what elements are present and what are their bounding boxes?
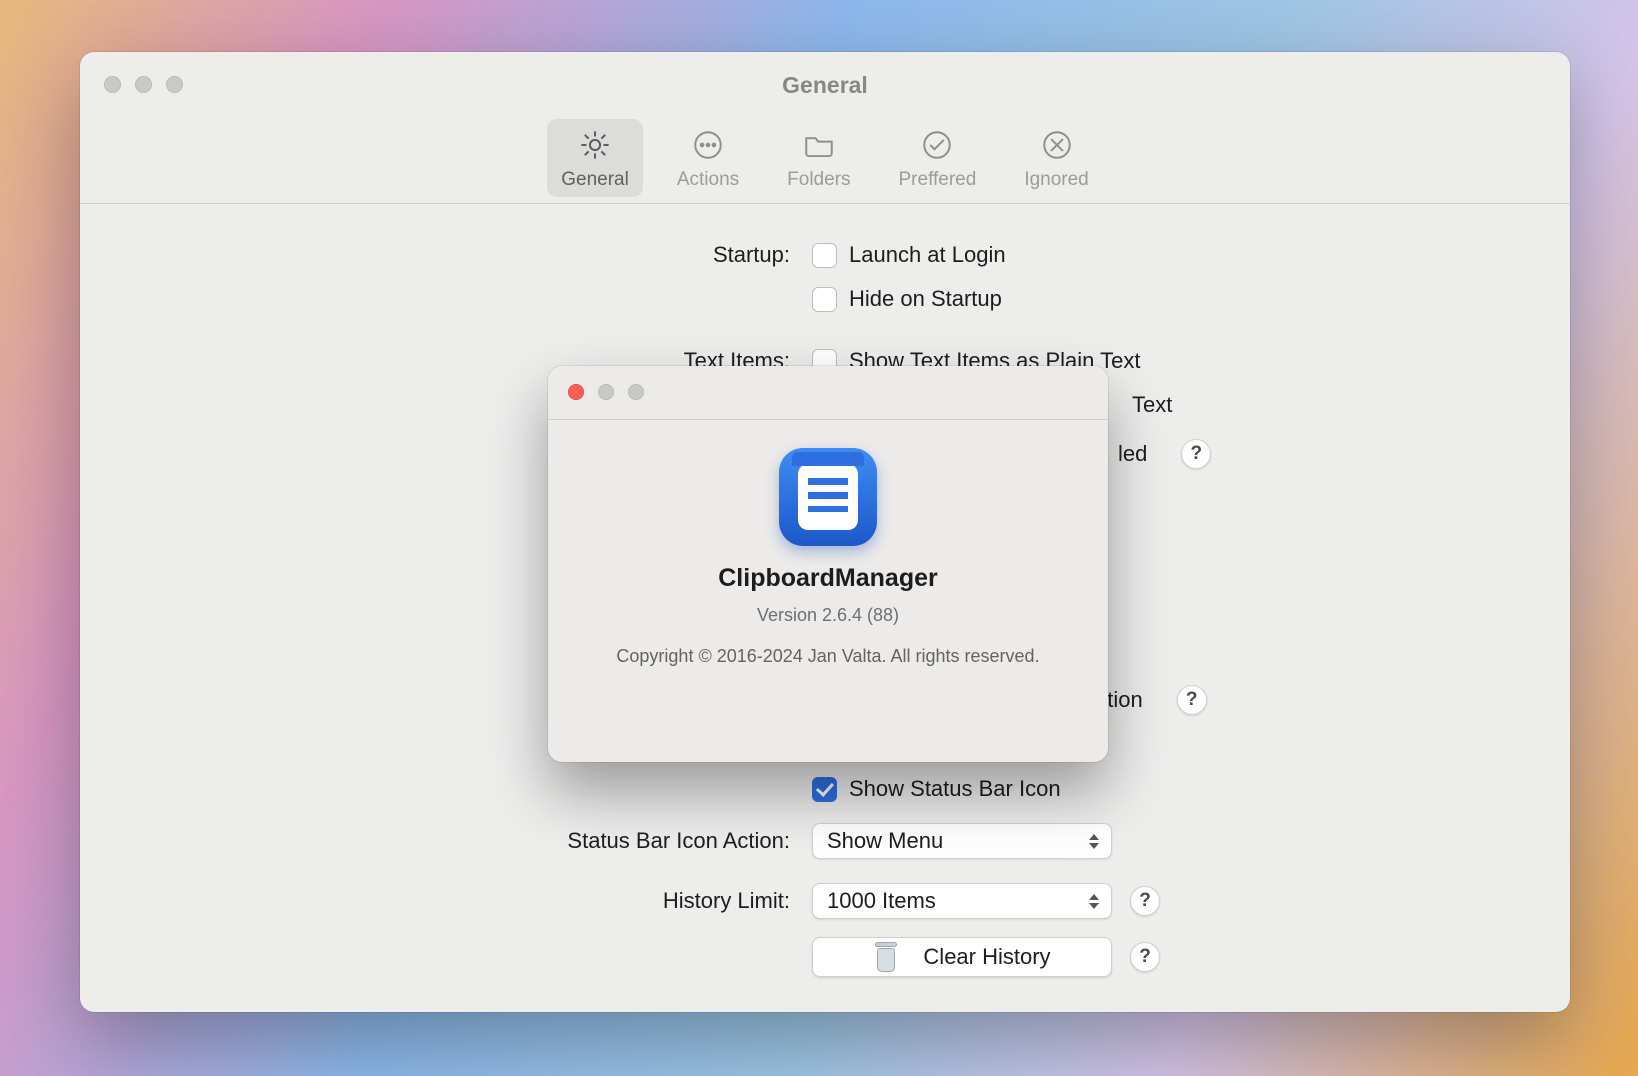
clear-history-button[interactable]: Clear History (812, 937, 1112, 977)
show-status-bar-icon-label: Show Status Bar Icon (849, 776, 1061, 802)
obscured-text-label: Text (1132, 392, 1172, 418)
help-button[interactable]: ? (1130, 886, 1160, 916)
history-limit-label: History Limit: (80, 888, 790, 914)
tab-label: Actions (677, 169, 739, 191)
obscured-led-label: led (1118, 441, 1147, 467)
x-circle-icon (1039, 127, 1075, 163)
app-name: ClipboardManager (548, 564, 1108, 593)
history-limit-value: 1000 Items (827, 888, 936, 914)
about-titlebar (548, 366, 1108, 420)
show-status-bar-icon-checkbox[interactable] (812, 777, 837, 802)
status-bar-action-label: Status Bar Icon Action: (80, 828, 790, 854)
hide-on-startup-label: Hide on Startup (849, 286, 1002, 312)
help-button[interactable]: ? (1181, 439, 1211, 469)
tab-label: Folders (787, 169, 850, 191)
stepper-icon (1085, 888, 1103, 914)
status-bar-action-value: Show Menu (827, 828, 943, 854)
close-icon[interactable] (568, 384, 584, 400)
launch-at-login-checkbox[interactable] (812, 243, 837, 268)
trash-icon (873, 942, 899, 972)
tab-label: Preffered (899, 169, 977, 191)
history-limit-select[interactable]: 1000 Items (812, 883, 1112, 919)
minimize-icon[interactable] (598, 384, 614, 400)
tab-general[interactable]: General (547, 119, 643, 197)
app-copyright: Copyright © 2016-2024 Jan Valta. All rig… (608, 644, 1048, 668)
checkmark-circle-icon (919, 127, 955, 163)
ellipsis-circle-icon (690, 127, 726, 163)
gear-icon (577, 127, 613, 163)
titlebar: General General Actions Folders (80, 52, 1570, 204)
help-button[interactable]: ? (1177, 685, 1207, 715)
tab-actions[interactable]: Actions (663, 119, 753, 197)
status-bar-action-select[interactable]: Show Menu (812, 823, 1112, 859)
help-button[interactable]: ? (1130, 942, 1160, 972)
zoom-icon[interactable] (628, 384, 644, 400)
tab-ignored[interactable]: Ignored (1010, 119, 1102, 197)
tab-label: General (561, 169, 629, 191)
app-icon (779, 448, 877, 546)
folder-icon (801, 127, 837, 163)
startup-label: Startup: (80, 242, 790, 268)
about-window: ClipboardManager Version 2.6.4 (88) Copy… (548, 366, 1108, 762)
window-title: General (80, 72, 1570, 99)
hide-on-startup-checkbox[interactable] (812, 287, 837, 312)
launch-at-login-label: Launch at Login (849, 242, 1006, 268)
prefs-toolbar: General Actions Folders Preffered (80, 119, 1570, 197)
app-version: Version 2.6.4 (88) (548, 605, 1108, 626)
tab-label: Ignored (1024, 169, 1088, 191)
window-controls (568, 384, 644, 400)
clear-history-label: Clear History (923, 944, 1050, 970)
tab-preferred[interactable]: Preffered (885, 119, 991, 197)
tab-folders[interactable]: Folders (773, 119, 864, 197)
stepper-icon (1085, 828, 1103, 854)
